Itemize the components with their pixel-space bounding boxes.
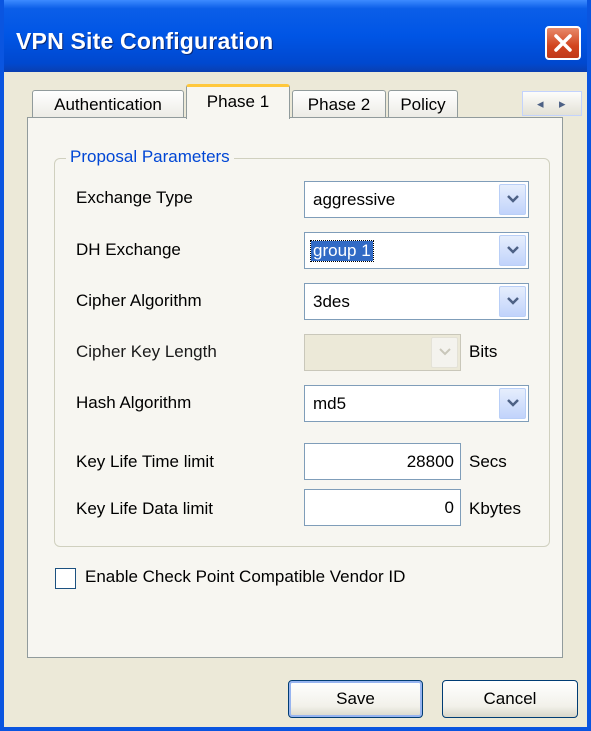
- scroll-left-icon[interactable]: ◂: [537, 96, 544, 112]
- cipher-algorithm-select[interactable]: 3des: [304, 283, 529, 320]
- group-label: Proposal Parameters: [66, 147, 234, 167]
- window-title: VPN Site Configuration: [16, 28, 274, 54]
- exchange-type-select[interactable]: aggressive: [304, 181, 529, 218]
- kbytes-unit-label: Kbytes: [469, 499, 521, 518]
- dh-exchange-value: group 1: [310, 240, 374, 262]
- chevron-down-icon[interactable]: [499, 235, 526, 266]
- chevron-down-icon[interactable]: [499, 184, 526, 215]
- dh-exchange-label: DH Exchange: [76, 240, 181, 259]
- cipher-key-length-label: Cipher Key Length: [76, 342, 217, 361]
- save-button[interactable]: Save: [288, 680, 423, 718]
- key-life-data-input[interactable]: 0: [304, 489, 461, 526]
- chevron-down-icon[interactable]: [499, 286, 526, 317]
- close-button[interactable]: [545, 26, 581, 60]
- hash-algorithm-value: md5: [313, 394, 347, 413]
- chevron-down-icon[interactable]: [499, 388, 526, 419]
- tab-authentication[interactable]: Authentication: [32, 90, 184, 118]
- exchange-type-label: Exchange Type: [76, 188, 193, 207]
- exchange-type-value: aggressive: [313, 190, 396, 209]
- title-bar[interactable]: VPN Site Configuration: [4, 0, 587, 72]
- vendor-id-checkbox[interactable]: [55, 568, 76, 589]
- bits-unit-label: Bits: [469, 342, 498, 361]
- dh-exchange-select[interactable]: group 1: [304, 232, 529, 269]
- hash-algorithm-select[interactable]: md5: [304, 385, 529, 422]
- cipher-algorithm-value: 3des: [313, 292, 350, 311]
- key-life-time-input[interactable]: 28800: [304, 443, 461, 480]
- cipher-key-length-select[interactable]: [304, 334, 461, 371]
- key-life-time-label: Key Life Time limit: [76, 452, 214, 471]
- scroll-right-icon[interactable]: ▸: [559, 96, 566, 112]
- key-life-data-label: Key Life Data limit: [76, 499, 213, 518]
- hash-algorithm-label: Hash Algorithm: [76, 393, 192, 412]
- key-life-data-value: 0: [444, 498, 454, 517]
- tab-policy[interactable]: Policy: [388, 90, 458, 118]
- tab-phase-1[interactable]: Phase 1: [186, 84, 290, 119]
- tab-scroll-buttons: ◂ ▸: [522, 91, 582, 116]
- secs-unit-label: Secs: [469, 452, 507, 471]
- vendor-id-label[interactable]: Enable Check Point Compatible Vendor ID: [85, 567, 405, 587]
- key-life-time-value: 28800: [406, 452, 454, 471]
- chevron-down-icon: [431, 337, 458, 368]
- tab-phase-2[interactable]: Phase 2: [292, 90, 386, 118]
- cipher-algorithm-label: Cipher Algorithm: [76, 291, 202, 310]
- close-icon: [554, 34, 572, 52]
- cancel-button[interactable]: Cancel: [442, 680, 578, 718]
